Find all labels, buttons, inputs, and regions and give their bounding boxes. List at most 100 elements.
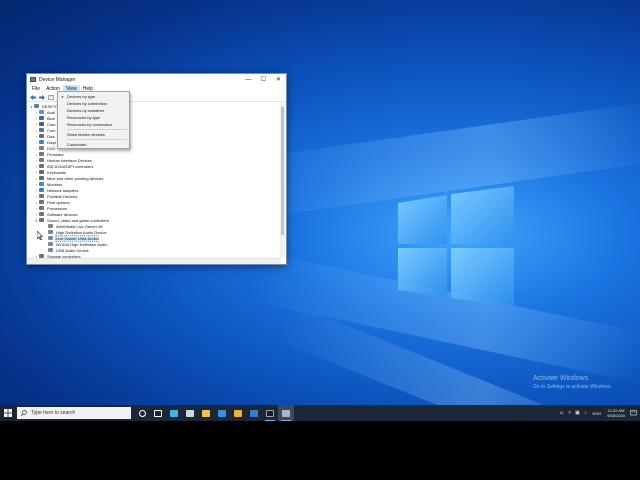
cortana-button[interactable] [134, 405, 150, 421]
edge-button[interactable] [166, 405, 182, 421]
view-menu-item[interactable]: Resources by type [58, 114, 129, 121]
minimize-button[interactable]: — [241, 74, 256, 85]
device-icon [39, 170, 44, 174]
device-icon [39, 116, 44, 120]
view-menu-item[interactable]: ● Devices by type [58, 93, 129, 100]
taskbar: Type here to search ☺ ˄ ▣ ♪ ENG 11:22 AM… [0, 405, 640, 421]
view-menu-item[interactable]: Devices by connection [58, 100, 129, 107]
network-icon[interactable]: ▣ [574, 405, 582, 421]
device-icon [39, 122, 44, 126]
close-button[interactable]: ✕ [271, 74, 286, 85]
file-explorer-icon [202, 409, 210, 417]
vertical-scrollbar[interactable] [280, 103, 285, 258]
task-view-button[interactable] [150, 405, 166, 421]
taskbar-apps [134, 405, 294, 421]
properties-button[interactable] [47, 94, 54, 101]
view-menu-item[interactable]: Resources by connection [58, 121, 129, 128]
volume-icon[interactable]: ♪ [582, 405, 590, 421]
device-manager-icon [30, 77, 36, 82]
logo-pane [451, 248, 514, 307]
forward-button[interactable] [38, 94, 45, 101]
people-icon[interactable]: ☺ [558, 405, 566, 421]
title-bar[interactable]: Device Manager — ☐ ✕ [27, 74, 286, 85]
device-icon [39, 128, 44, 132]
tree-item-label: Live Gamer Ultra-Audio [55, 234, 99, 242]
device-manager-taskbar-icon [282, 409, 290, 417]
edge-icon [170, 409, 178, 417]
menu-separator [67, 129, 127, 130]
store-icon [186, 409, 194, 417]
view-menu-item-label: Devices by type [67, 94, 96, 99]
device-manager-taskbar-button[interactable] [278, 405, 294, 421]
device-icon [39, 146, 44, 150]
tree-item-label: Keyboards [47, 169, 67, 175]
back-button[interactable] [29, 94, 36, 101]
tree-item-label: High Definition Audio Device [56, 229, 107, 235]
logo-pane [398, 248, 447, 297]
start-button[interactable] [0, 405, 15, 421]
system-tray: ☺ ˄ ▣ ♪ ENG 11:22 AM 9/30/2020 [558, 405, 640, 421]
logo-pane [451, 186, 514, 244]
view-menu-item-label: Resources by type [67, 115, 101, 120]
view-menu-item-label: Devices by connection [67, 101, 108, 106]
device-icon [39, 218, 44, 222]
tree-root-label: DESKTO [42, 103, 59, 109]
tree-item-label: DVD [47, 145, 56, 151]
tree-item-label: IDE ATA/ATAPI controllers [47, 163, 94, 169]
view-menu-item[interactable]: Devices by container [58, 107, 129, 114]
show-hidden-icons-chevron-icon[interactable]: ˄ [566, 405, 574, 421]
mail-button[interactable] [214, 405, 230, 421]
chrome-button[interactable] [230, 405, 246, 421]
store-button[interactable] [182, 405, 198, 421]
device-icon [39, 212, 44, 216]
tree-item-label: Com [47, 127, 56, 133]
view-menu-item[interactable]: Customize... [58, 141, 129, 148]
device-icon [48, 230, 53, 234]
clock[interactable]: 11:22 AM 9/30/2020 [607, 408, 625, 418]
screen: Activate Windows Go to Settings to activ… [0, 0, 640, 480]
photos-button[interactable] [246, 405, 262, 421]
tree-item-label: Displ [47, 139, 56, 145]
tree-item-label: Blue [47, 115, 56, 121]
chrome-icon [234, 409, 242, 417]
device-icon [48, 224, 53, 228]
tree-item-label: USB Audio Device [56, 247, 89, 253]
mail-icon [218, 409, 226, 417]
device-icon [39, 140, 44, 144]
horizontal-scrollbar[interactable] [27, 258, 281, 264]
device-icon [39, 200, 44, 204]
tree-item-label: Monitors [47, 181, 63, 187]
letterbox-bar [0, 421, 640, 480]
terminal-icon [266, 409, 274, 417]
logo-pane [398, 195, 447, 244]
view-menu-item-label: Resources by connection [67, 122, 112, 127]
input-language[interactable]: ENG [593, 411, 602, 416]
tree-item-label: Network adapters [47, 187, 79, 193]
device-icon [39, 206, 44, 210]
terminal-button[interactable] [262, 405, 278, 421]
tree-item-label: Portable Devices [47, 193, 78, 199]
tree-item-label: NVIDIA High Definition Audio [56, 241, 108, 247]
scrollbar-thumb[interactable] [281, 107, 284, 235]
cortana-icon [138, 409, 146, 417]
search-icon [21, 410, 27, 416]
tree-item-label: Processors [47, 205, 68, 211]
forward-arrow-icon [38, 94, 45, 100]
device-icon [39, 110, 44, 114]
action-center-button[interactable] [628, 405, 638, 421]
close-icon: ✕ [275, 77, 282, 83]
maximize-button[interactable]: ☐ [256, 74, 271, 85]
device-icon [39, 152, 44, 156]
window-title: Device Manager [39, 76, 76, 83]
view-dropdown-menu: ● Devices by type Devices by connection Dev… [57, 91, 130, 149]
menu-file[interactable]: File [29, 85, 43, 93]
view-menu-item[interactable]: Show hidden devices [58, 131, 129, 138]
view-menu-item-label: Devices by container [67, 108, 105, 113]
taskbar-search-box[interactable]: Type here to search [17, 407, 131, 419]
task-view-icon [154, 409, 162, 417]
device-icon [39, 158, 44, 162]
device-icon [39, 188, 44, 192]
activate-windows-watermark: Activate Windows Go to Settings to activ… [533, 375, 612, 390]
tree-item-label: Software devices [47, 211, 78, 217]
file-explorer-button[interactable] [198, 405, 214, 421]
